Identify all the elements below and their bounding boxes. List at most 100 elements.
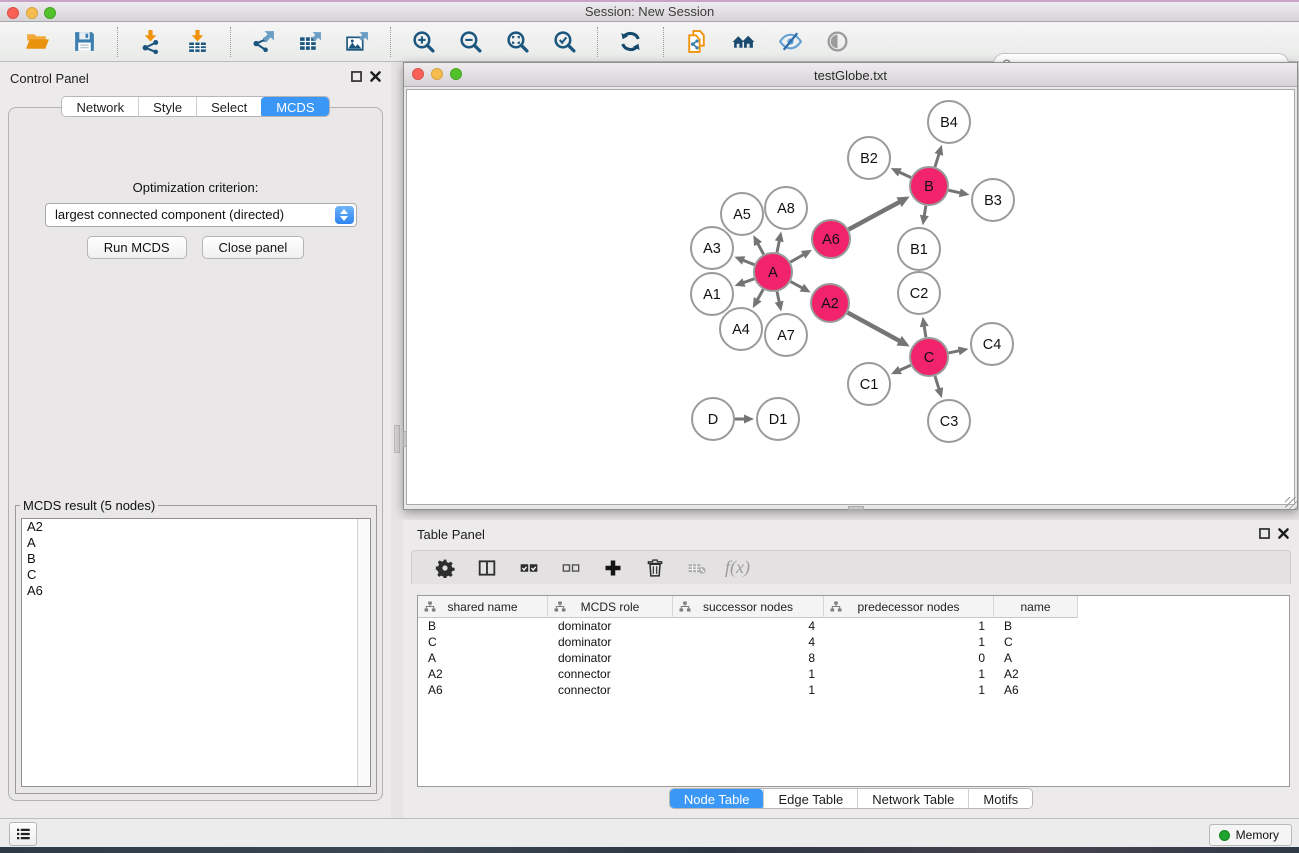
column-header-MCDS-role[interactable]: MCDS role (548, 596, 673, 618)
graph-edge-A-A5[interactable] (757, 242, 763, 254)
select-checked-button[interactable] (515, 556, 543, 580)
refresh-button[interactable] (613, 27, 648, 56)
network-graph[interactable]: B4B2BB3A5A8A6A3AB1A1A2C2A4A7C4CC1DD1C3 (407, 90, 1296, 506)
import-network-button[interactable] (133, 27, 168, 56)
table-row[interactable]: A2connector11A2 (418, 666, 1289, 682)
graph-edge-C-C3[interactable] (935, 376, 939, 390)
column-header-predecessor-nodes[interactable]: predecessor nodes (824, 596, 994, 618)
network-window-titlebar[interactable]: testGlobe.txt (404, 63, 1297, 87)
memory-button[interactable]: Memory (1209, 824, 1292, 846)
optimization-criterion-label: Optimization criterion: (9, 180, 382, 195)
table-row[interactable]: A6connector11A6 (418, 682, 1289, 698)
delete-table-button[interactable] (683, 556, 711, 580)
graph-edge-B-B3[interactable] (949, 190, 962, 193)
tab-select[interactable]: Select (196, 97, 261, 117)
column-header-name[interactable]: name (994, 596, 1078, 618)
tab-motifs[interactable]: Motifs (968, 789, 1032, 809)
tab-node-table[interactable]: Node Table (670, 789, 764, 809)
graph-edge-A-A2[interactable] (791, 282, 804, 289)
graph-edge-A6-B[interactable] (849, 201, 901, 229)
column-header-successor-nodes[interactable]: successor nodes (673, 596, 824, 618)
mcds-result-item[interactable]: C (22, 567, 370, 583)
graph-node-label-C3: C3 (940, 414, 959, 430)
memory-label: Memory (1236, 828, 1279, 842)
table-cell: connector (548, 682, 673, 698)
tab-mcds[interactable]: MCDS (261, 97, 328, 117)
zoom-fit-button[interactable] (500, 27, 535, 56)
houses-icon (731, 29, 756, 54)
graph-edge-A-A4[interactable] (757, 289, 764, 301)
clone-document-button[interactable] (679, 27, 714, 56)
task-history-button[interactable] (9, 822, 37, 846)
mcds-result-item[interactable]: A (22, 535, 370, 551)
toolbar-groups (14, 27, 861, 57)
graph-edge-B-B2[interactable] (898, 172, 911, 178)
tab-network[interactable]: Network (62, 97, 138, 117)
close-panel-button[interactable] (369, 70, 382, 83)
graph-edge-A-A6[interactable] (790, 254, 805, 262)
export-network-button[interactable] (246, 27, 281, 56)
table-cell: C (994, 634, 1078, 650)
refresh-icon (618, 29, 643, 54)
close-icon (1277, 527, 1290, 540)
graph-edge-C-C1[interactable] (898, 365, 911, 371)
add-column-button[interactable] (599, 556, 627, 580)
gear-button[interactable] (431, 556, 459, 580)
tab-network-table[interactable]: Network Table (857, 789, 968, 809)
column-header-shared-name[interactable]: shared name (418, 596, 548, 618)
open-folder-button[interactable] (20, 27, 55, 56)
table-close-button[interactable] (1277, 527, 1290, 540)
mcds-result-item[interactable]: A2 (22, 519, 370, 535)
export-table-button[interactable] (293, 27, 328, 56)
table-cell: A (994, 650, 1078, 666)
zoom-in-button[interactable] (406, 27, 441, 56)
mcds-result-item[interactable]: A6 (22, 583, 370, 599)
table-row[interactable]: Cdominator41C (418, 634, 1289, 650)
float-panel-button[interactable] (350, 70, 363, 83)
table-float-button[interactable] (1258, 527, 1271, 540)
eye-slash-button[interactable] (773, 27, 808, 56)
network-window-title: testGlobe.txt (404, 68, 1297, 83)
table-panel-title: Table Panel (417, 527, 485, 542)
tab-style[interactable]: Style (138, 97, 196, 117)
import-table-button[interactable] (180, 27, 215, 56)
mcds-result-list[interactable]: A2ABCA6 (21, 518, 371, 787)
close-panel-action-button[interactable]: Close panel (202, 236, 305, 259)
houses-button[interactable] (726, 27, 761, 56)
mcds-tab-content: Optimization criterion: largest connecte… (8, 107, 383, 801)
network-canvas[interactable]: B4B2BB3A5A8A6A3AB1A1A2C2A4A7C4CC1DD1C3 (406, 89, 1295, 505)
criterion-dropdown[interactable]: largest connected component (directed) (45, 203, 357, 227)
graph-edge-arrow-B-B3 (959, 188, 970, 197)
graph-node-label-A6: A6 (822, 232, 840, 248)
zoom-out-icon (458, 29, 483, 54)
network-resize-handle[interactable] (1285, 497, 1297, 509)
mcds-result-item[interactable]: B (22, 551, 370, 567)
graph-edge-A2-C[interactable] (848, 313, 901, 342)
column-header-label: successor nodes (703, 600, 793, 614)
graph-edge-A-A3[interactable] (742, 260, 755, 265)
titlebar: Session: New Session (0, 0, 1299, 22)
export-image-button[interactable] (340, 27, 375, 56)
gear-icon (435, 558, 455, 578)
zoom-out-button[interactable] (453, 27, 488, 56)
eye-contrast-button[interactable] (820, 27, 855, 56)
node-table[interactable]: shared nameMCDS role successor nodes prede… (417, 595, 1290, 787)
delete-column-button[interactable] (641, 556, 669, 580)
tab-edge-table[interactable]: Edge Table (763, 789, 857, 809)
save-button[interactable] (67, 27, 102, 56)
select-unchecked-button[interactable] (557, 556, 585, 580)
table-row[interactable]: Adominator80A (418, 650, 1289, 666)
column-layout-button[interactable] (473, 556, 501, 580)
table-cell: A2 (994, 666, 1078, 682)
graph-edge-B-B4[interactable] (935, 153, 939, 167)
run-mcds-button[interactable]: Run MCDS (87, 236, 187, 259)
table-cell: A (418, 650, 548, 666)
split-divider-handle[interactable] (394, 425, 400, 453)
table-cell: 8 (673, 650, 824, 666)
table-row[interactable]: Bdominator41B (418, 618, 1289, 634)
zoom-check-button[interactable] (547, 27, 582, 56)
graph-node-label-A5: A5 (733, 207, 751, 223)
mcds-list-scrollbar[interactable] (357, 519, 370, 786)
graph-node-label-C1: C1 (860, 377, 879, 393)
apply-function-button[interactable]: f(x) (725, 557, 750, 578)
